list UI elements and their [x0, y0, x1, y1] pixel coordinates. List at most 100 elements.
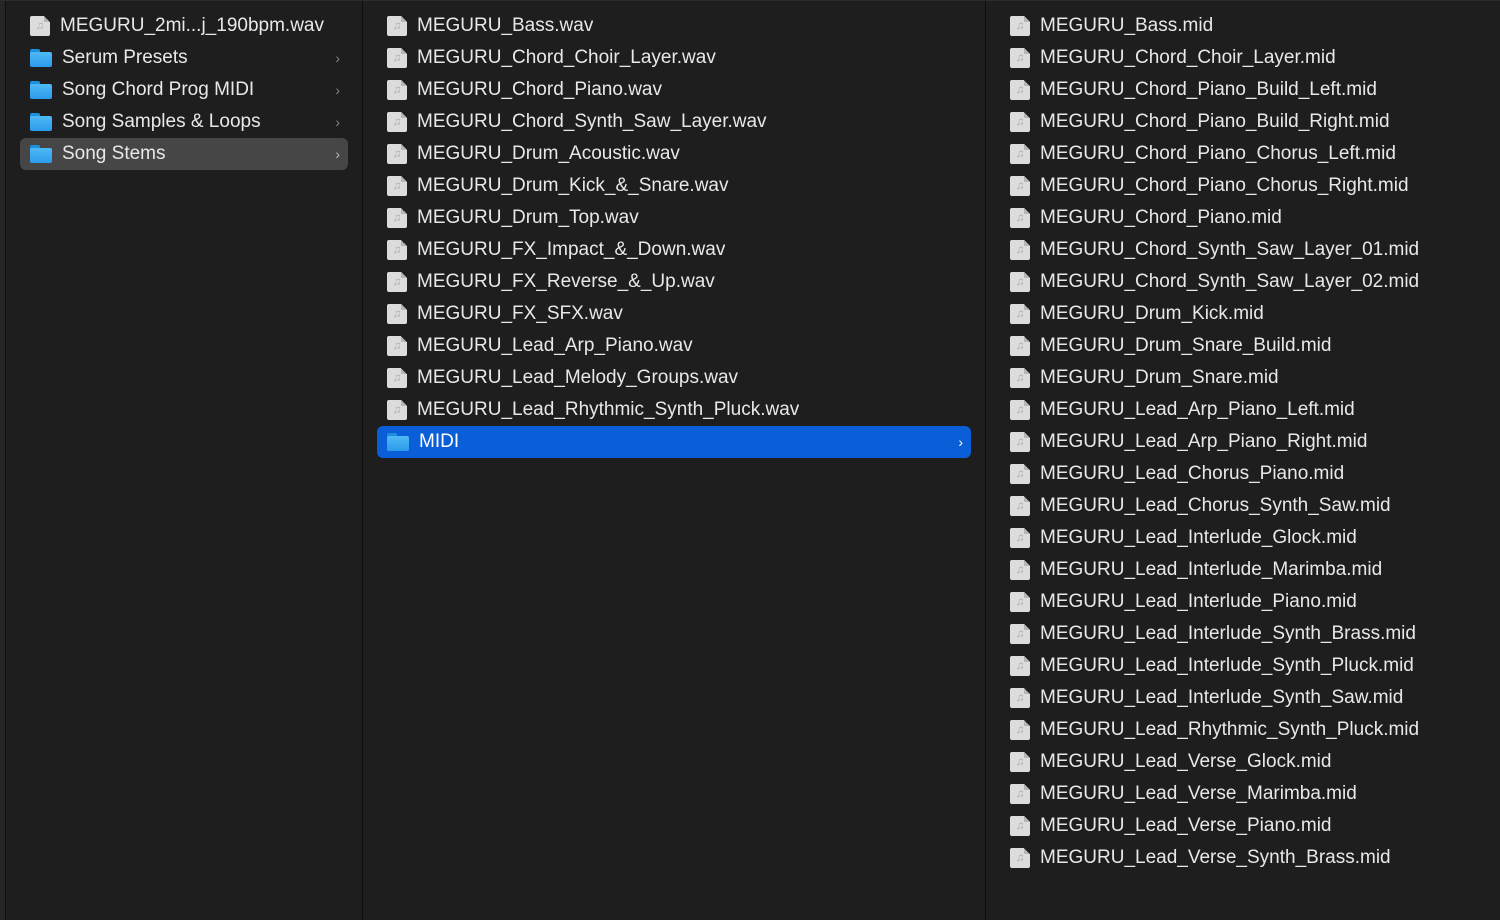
file-item-meguru-lead-verse-glock-mid[interactable]: ♫ MEGURU_Lead_Verse_Glock.mid	[1000, 746, 1486, 778]
audio-file-icon: ♫	[1010, 592, 1030, 612]
file-item-meguru-chord-piano-mid[interactable]: ♫ MEGURU_Chord_Piano.mid	[1000, 202, 1486, 234]
item-label: MEGURU_Lead_Chorus_Synth_Saw.mid	[1040, 495, 1391, 516]
folder-item-song-samples-loops[interactable]: Song Samples & Loops ›	[20, 106, 348, 138]
file-item-meguru-chord-piano-build-left-mid[interactable]: ♫ MEGURU_Chord_Piano_Build_Left.mid	[1000, 74, 1486, 106]
file-item-meguru-drum-kick-snare-wav[interactable]: ♫ MEGURU_Drum_Kick_&_Snare.wav	[377, 170, 971, 202]
audio-file-icon: ♫	[1010, 816, 1030, 836]
file-item-meguru-lead-interlude-marimba-mid[interactable]: ♫ MEGURU_Lead_Interlude_Marimba.mid	[1000, 554, 1486, 586]
item-label: MEGURU_Lead_Verse_Piano.mid	[1040, 815, 1332, 836]
item-label: MEGURU_Lead_Verse_Glock.mid	[1040, 751, 1332, 772]
file-item-meguru-lead-arp-piano-right-mid[interactable]: ♫ MEGURU_Lead_Arp_Piano_Right.mid	[1000, 426, 1486, 458]
file-item-meguru-chord-synth-saw-layer-01-mid[interactable]: ♫ MEGURU_Chord_Synth_Saw_Layer_01.mid	[1000, 234, 1486, 266]
folder-item-song-chord-prog-midi[interactable]: Song Chord Prog MIDI ›	[20, 74, 348, 106]
item-label: MEGURU_Drum_Kick.mid	[1040, 303, 1264, 324]
folder-icon	[30, 81, 52, 99]
file-item-meguru-fx-reverse-up-wav[interactable]: ♫ MEGURU_FX_Reverse_&_Up.wav	[377, 266, 971, 298]
item-label: MEGURU_Lead_Arp_Piano_Right.mid	[1040, 431, 1368, 452]
audio-file-icon: ♫	[30, 16, 50, 36]
file-item-meguru-chord-choir-layer-wav[interactable]: ♫ MEGURU_Chord_Choir_Layer.wav	[377, 42, 971, 74]
file-item-meguru-fx-impact-down-wav[interactable]: ♫ MEGURU_FX_Impact_&_Down.wav	[377, 234, 971, 266]
file-item-meguru-chord-piano-wav[interactable]: ♫ MEGURU_Chord_Piano.wav	[377, 74, 971, 106]
chevron-right-icon: ›	[335, 50, 340, 66]
item-label: Song Samples & Loops	[62, 111, 261, 132]
item-label: MEGURU_Drum_Kick_&_Snare.wav	[417, 175, 729, 196]
item-label: MEGURU_Lead_Interlude_Piano.mid	[1040, 591, 1357, 612]
item-label: MEGURU_Lead_Interlude_Synth_Pluck.mid	[1040, 655, 1414, 676]
audio-file-icon: ♫	[1010, 784, 1030, 804]
audio-file-icon: ♫	[387, 176, 407, 196]
file-item-meguru-chord-piano-build-right-mid[interactable]: ♫ MEGURU_Chord_Piano_Build_Right.mid	[1000, 106, 1486, 138]
file-item-meguru-lead-verse-synth-brass-mid[interactable]: ♫ MEGURU_Lead_Verse_Synth_Brass.mid	[1000, 842, 1486, 874]
audio-file-icon: ♫	[1010, 464, 1030, 484]
column-2[interactable]: ♫ MEGURU_Bass.wav ♫ MEGURU_Chord_Choir_Laye…	[363, 1, 985, 920]
file-item-meguru-chord-piano-chorus-left-mid[interactable]: ♫ MEGURU_Chord_Piano_Chorus_Left.mid	[1000, 138, 1486, 170]
file-item-meguru-chord-synth-saw-layer-wav[interactable]: ♫ MEGURU_Chord_Synth_Saw_Layer.wav	[377, 106, 971, 138]
item-label: MEGURU_FX_SFX.wav	[417, 303, 623, 324]
file-item-meguru-chord-synth-saw-layer-02-mid[interactable]: ♫ MEGURU_Chord_Synth_Saw_Layer_02.mid	[1000, 266, 1486, 298]
file-item-meguru-lead-interlude-glock-mid[interactable]: ♫ MEGURU_Lead_Interlude_Glock.mid	[1000, 522, 1486, 554]
file-item-meguru-lead-verse-marimba-mid[interactable]: ♫ MEGURU_Lead_Verse_Marimba.mid	[1000, 778, 1486, 810]
item-label: Song Chord Prog MIDI	[62, 79, 255, 100]
file-item-meguru-drum-top-wav[interactable]: ♫ MEGURU_Drum_Top.wav	[377, 202, 971, 234]
file-item-meguru-chord-piano-chorus-right-mid[interactable]: ♫ MEGURU_Chord_Piano_Chorus_Right.mid	[1000, 170, 1486, 202]
item-label: MEGURU_Lead_Melody_Groups.wav	[417, 367, 739, 388]
item-label: MEGURU_Lead_Rhythmic_Synth_Pluck.wav	[417, 399, 800, 420]
folder-icon	[30, 113, 52, 131]
file-item-meguru-lead-interlude-synth-brass-mid[interactable]: ♫ MEGURU_Lead_Interlude_Synth_Brass.mid	[1000, 618, 1486, 650]
column-1[interactable]: ♫ MEGURU_2mi...j_190bpm.wav Serum Presets ›…	[6, 1, 362, 920]
file-item-meguru-lead-verse-piano-mid[interactable]: ♫ MEGURU_Lead_Verse_Piano.mid	[1000, 810, 1486, 842]
file-item-meguru-lead-chorus-synth-saw-mid[interactable]: ♫ MEGURU_Lead_Chorus_Synth_Saw.mid	[1000, 490, 1486, 522]
file-item-meguru-lead-interlude-synth-pluck-mid[interactable]: ♫ MEGURU_Lead_Interlude_Synth_Pluck.mid	[1000, 650, 1486, 682]
audio-file-icon: ♫	[1010, 272, 1030, 292]
folder-item-serum-presets[interactable]: Serum Presets ›	[20, 42, 348, 74]
file-item-meguru-bass-mid[interactable]: ♫ MEGURU_Bass.mid	[1000, 10, 1486, 42]
column-3[interactable]: ♫ MEGURU_Bass.mid ♫ MEGURU_Chord_Choir_Laye…	[986, 1, 1500, 920]
item-label: MEGURU_Chord_Piano_Chorus_Left.mid	[1040, 143, 1396, 164]
file-item-meguru-lead-interlude-synth-saw-mid[interactable]: ♫ MEGURU_Lead_Interlude_Synth_Saw.mid	[1000, 682, 1486, 714]
audio-file-icon: ♫	[1010, 720, 1030, 740]
item-label: MEGURU_Lead_Interlude_Synth_Saw.mid	[1040, 687, 1404, 708]
item-label: MEGURU_Lead_Verse_Synth_Brass.mid	[1040, 847, 1391, 868]
file-item-meguru-lead-chorus-piano-mid[interactable]: ♫ MEGURU_Lead_Chorus_Piano.mid	[1000, 458, 1486, 490]
audio-file-icon: ♫	[1010, 432, 1030, 452]
item-label: MEGURU_Chord_Synth_Saw_Layer.wav	[417, 111, 767, 132]
file-item-meguru-chord-choir-layer-mid[interactable]: ♫ MEGURU_Chord_Choir_Layer.mid	[1000, 42, 1486, 74]
file-item-meguru-lead-arp-piano-wav[interactable]: ♫ MEGURU_Lead_Arp_Piano.wav	[377, 330, 971, 362]
audio-file-icon: ♫	[1010, 400, 1030, 420]
file-item-meguru-drum-snare-build-mid[interactable]: ♫ MEGURU_Drum_Snare_Build.mid	[1000, 330, 1486, 362]
file-item-meguru-2mi-j-190bpm-wav[interactable]: ♫ MEGURU_2mi...j_190bpm.wav	[20, 10, 348, 42]
audio-file-icon: ♫	[1010, 144, 1030, 164]
audio-file-icon: ♫	[1010, 496, 1030, 516]
folder-item-midi[interactable]: MIDI ›	[377, 426, 971, 458]
item-label: MEGURU_Drum_Snare_Build.mid	[1040, 335, 1332, 356]
file-item-meguru-drum-snare-mid[interactable]: ♫ MEGURU_Drum_Snare.mid	[1000, 362, 1486, 394]
file-item-meguru-fx-sfx-wav[interactable]: ♫ MEGURU_FX_SFX.wav	[377, 298, 971, 330]
file-item-meguru-bass-wav[interactable]: ♫ MEGURU_Bass.wav	[377, 10, 971, 42]
audio-file-icon: ♫	[387, 272, 407, 292]
audio-file-icon: ♫	[1010, 48, 1030, 68]
chevron-right-icon: ›	[335, 82, 340, 98]
audio-file-icon: ♫	[1010, 240, 1030, 260]
item-label: MEGURU_Chord_Piano.mid	[1040, 207, 1282, 228]
file-item-meguru-lead-rhythmic-synth-pluck-mid[interactable]: ♫ MEGURU_Lead_Rhythmic_Synth_Pluck.mid	[1000, 714, 1486, 746]
chevron-right-icon: ›	[335, 114, 340, 130]
chevron-right-icon: ›	[958, 434, 963, 450]
file-item-meguru-drum-acoustic-wav[interactable]: ♫ MEGURU_Drum_Acoustic.wav	[377, 138, 971, 170]
audio-file-icon: ♫	[387, 400, 407, 420]
audio-file-icon: ♫	[1010, 112, 1030, 132]
folder-icon	[30, 145, 52, 163]
folder-item-song-stems[interactable]: Song Stems ›	[20, 138, 348, 170]
file-item-meguru-lead-rhythmic-synth-pluck-wav[interactable]: ♫ MEGURU_Lead_Rhythmic_Synth_Pluck.wav	[377, 394, 971, 426]
item-label: MEGURU_Lead_Rhythmic_Synth_Pluck.mid	[1040, 719, 1420, 740]
audio-file-icon: ♫	[1010, 752, 1030, 772]
audio-file-icon: ♫	[387, 48, 407, 68]
item-label: MEGURU_Chord_Choir_Layer.mid	[1040, 47, 1336, 68]
item-label: Song Stems	[62, 143, 166, 164]
file-item-meguru-drum-kick-mid[interactable]: ♫ MEGURU_Drum_Kick.mid	[1000, 298, 1486, 330]
file-item-meguru-lead-interlude-piano-mid[interactable]: ♫ MEGURU_Lead_Interlude_Piano.mid	[1000, 586, 1486, 618]
file-item-meguru-lead-melody-groups-wav[interactable]: ♫ MEGURU_Lead_Melody_Groups.wav	[377, 362, 971, 394]
item-label: MEGURU_Chord_Piano_Build_Right.mid	[1040, 111, 1390, 132]
item-label: MEGURU_Drum_Snare.mid	[1040, 367, 1279, 388]
file-item-meguru-lead-arp-piano-left-mid[interactable]: ♫ MEGURU_Lead_Arp_Piano_Left.mid	[1000, 394, 1486, 426]
finder-column-browser: ♫ MEGURU_2mi...j_190bpm.wav Serum Presets ›…	[0, 0, 1500, 920]
